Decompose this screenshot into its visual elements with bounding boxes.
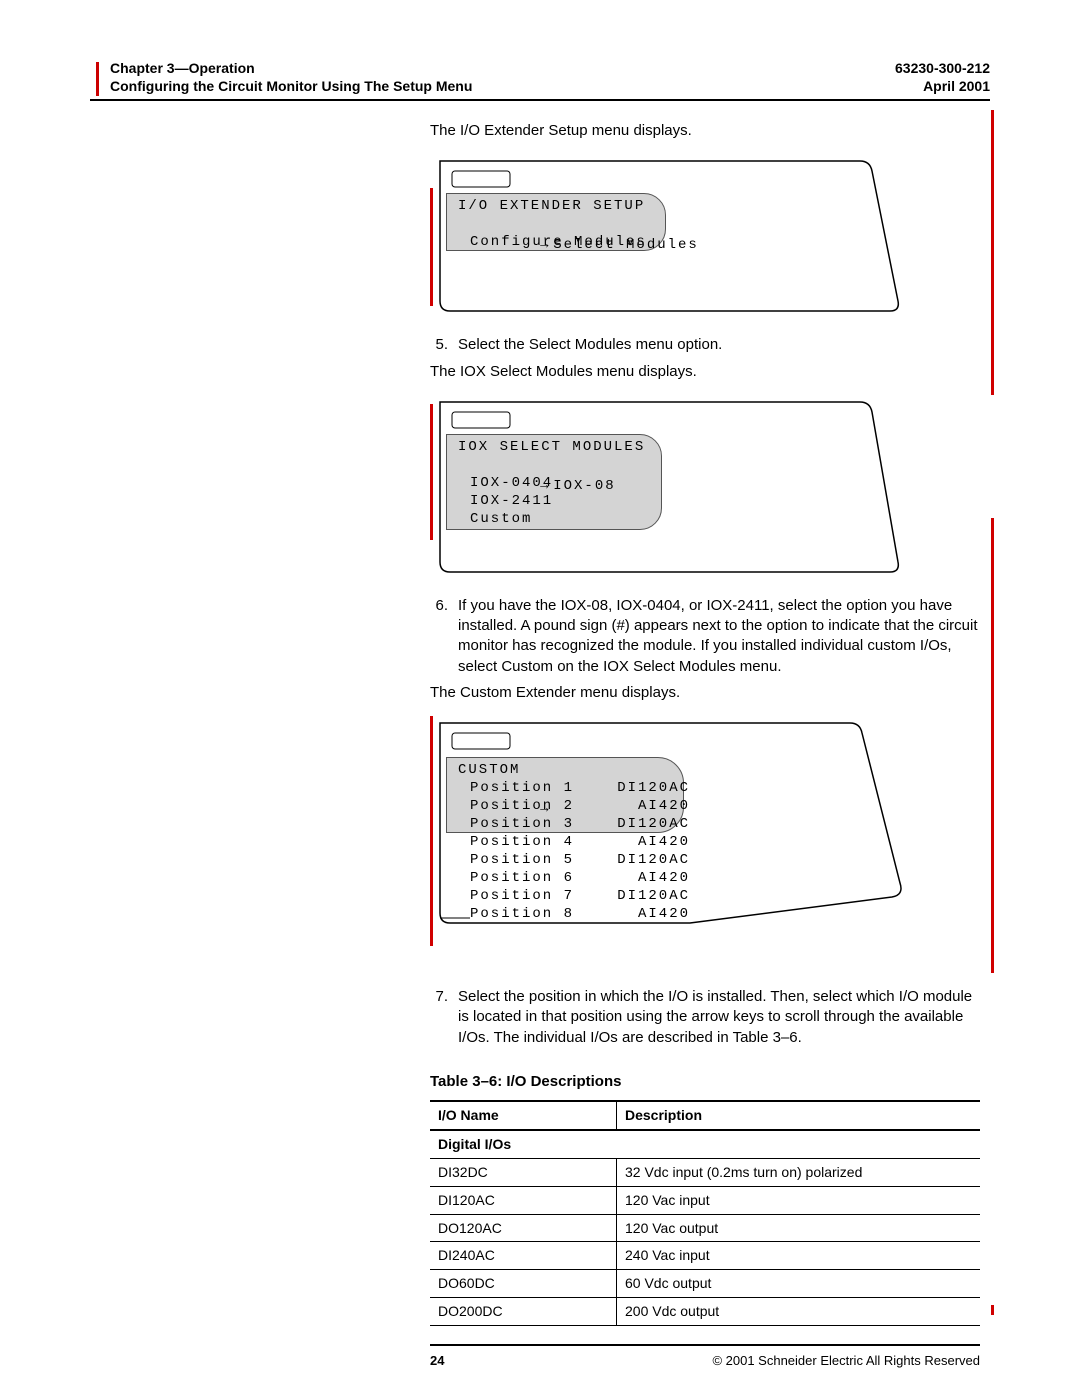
io-name: DO60DC <box>430 1270 617 1298</box>
io-desc: 60 Vdc output <box>617 1270 981 1298</box>
screen2-opt4: Custom <box>470 510 532 529</box>
screen2-opt2: IOX-0404 <box>470 474 553 493</box>
header-chapter: Chapter 3—Operation <box>110 60 255 78</box>
table-row: DI240AC240 Vac input <box>430 1242 980 1270</box>
screen3-row6-k: Position 7 <box>470 887 610 906</box>
screen3-row7-k: Position 8 <box>470 905 610 924</box>
th-desc: Description <box>617 1101 981 1130</box>
screen3-row4-k: Position 5 <box>470 851 610 870</box>
screen3-row0-v: DI120AC <box>610 779 690 798</box>
io-desc: 32 Vdc input (0.2ms turn on) polarized <box>617 1158 981 1186</box>
th-name: I/O Name <box>430 1101 617 1130</box>
header-docnum: 63230-300-212 <box>895 60 990 78</box>
footer-page: 24 <box>430 1352 444 1370</box>
screen3-row0-k: Position 1 <box>470 779 610 798</box>
screen2-opt3: IOX-2411 <box>470 492 553 511</box>
page-header: Chapter 3—Operation 63230-300-212 Config… <box>90 60 990 101</box>
change-bar-header <box>96 62 99 96</box>
screen3-row1-v: AI420 <box>610 797 690 816</box>
lcd-screen-custom: CUSTOM → Position 1DI120AC Position 2AI4… <box>430 713 980 973</box>
screen3-row5-k: Position 6 <box>470 869 610 888</box>
screen3-row3-k: Position 4 <box>470 833 610 852</box>
io-name: DO120AC <box>430 1214 617 1242</box>
change-bar-right-2 <box>991 518 994 973</box>
header-date: April 2001 <box>923 78 990 96</box>
table-title: Table 3–6: I/O Descriptions <box>430 1072 980 1092</box>
screen1-opt2: Configure Modules <box>470 233 647 252</box>
step5-sub: The IOX Select Modules menu displays. <box>430 362 980 382</box>
step5-text: Select the Select Modules menu option. <box>458 335 980 355</box>
table-row: DI120AC120 Vac input <box>430 1186 980 1214</box>
page: Chapter 3—Operation 63230-300-212 Config… <box>0 0 1080 1397</box>
step5-num: 5. <box>430 335 448 355</box>
screen3-title: CUSTOM <box>458 761 520 780</box>
screen3-row4-v: DI120AC <box>610 851 690 870</box>
table-section-row: Digital I/Os <box>430 1130 980 1158</box>
step6-sub: The Custom Extender menu displays. <box>430 683 980 703</box>
io-name: DI240AC <box>430 1242 617 1270</box>
screen3-row2-v: DI120AC <box>610 815 690 834</box>
io-name: DI32DC <box>430 1158 617 1186</box>
header-subtitle: Configuring the Circuit Monitor Using Th… <box>110 78 472 96</box>
step7-num: 7. <box>430 987 448 1048</box>
step7-text: Select the position in which the I/O is … <box>458 987 980 1048</box>
change-bar-right-3 <box>991 1305 994 1315</box>
lcd-screen-iox-select: IOX SELECT MODULES →IOX-08 IOX-0404 IOX-… <box>430 392 980 582</box>
body-content: The I/O Extender Setup menu displays. I/… <box>430 121 980 1370</box>
screen3-row7-v: AI420 <box>610 905 690 924</box>
intro-paragraph: The I/O Extender Setup menu displays. <box>430 121 980 141</box>
lcd-screen-io-extender: I/O EXTENDER SETUP →Select Modules Confi… <box>430 151 980 321</box>
table-row: DO200DC200 Vdc output <box>430 1298 980 1326</box>
table-row: DI32DC32 Vdc input (0.2ms turn on) polar… <box>430 1158 980 1186</box>
io-descriptions-table: I/O Name Description Digital I/Os DI32DC… <box>430 1100 980 1326</box>
screen1-title: I/O EXTENDER SETUP <box>458 197 645 216</box>
screen2-opt1: IOX-08 <box>553 478 615 494</box>
change-bar-right-1 <box>991 110 994 395</box>
screen2-title: IOX SELECT MODULES <box>458 438 645 457</box>
page-footer: 24 © 2001 Schneider Electric All Rights … <box>430 1346 980 1370</box>
screen3-row3-v: AI420 <box>610 833 690 852</box>
step6-text: If you have the IOX-08, IOX-0404, or IOX… <box>458 596 980 677</box>
io-name: DI120AC <box>430 1186 617 1214</box>
io-desc: 120 Vac output <box>617 1214 981 1242</box>
io-desc: 120 Vac input <box>617 1186 981 1214</box>
io-name: DO200DC <box>430 1298 617 1326</box>
table-row: DO120AC120 Vac output <box>430 1214 980 1242</box>
footer-copyright: © 2001 Schneider Electric All Rights Res… <box>712 1352 980 1370</box>
screen3-row2-k: Position 3 <box>470 815 610 834</box>
screen3-row1-k: Position 2 <box>470 797 610 816</box>
io-desc: 200 Vdc output <box>617 1298 981 1326</box>
table-row: DO60DC60 Vdc output <box>430 1270 980 1298</box>
io-desc: 240 Vac input <box>617 1242 981 1270</box>
step6-num: 6. <box>430 596 448 677</box>
table-section: Digital I/Os <box>430 1130 980 1158</box>
table-head-row: I/O Name Description <box>430 1101 980 1130</box>
screen3-row5-v: AI420 <box>610 869 690 888</box>
screen3-row6-v: DI120AC <box>610 887 690 906</box>
